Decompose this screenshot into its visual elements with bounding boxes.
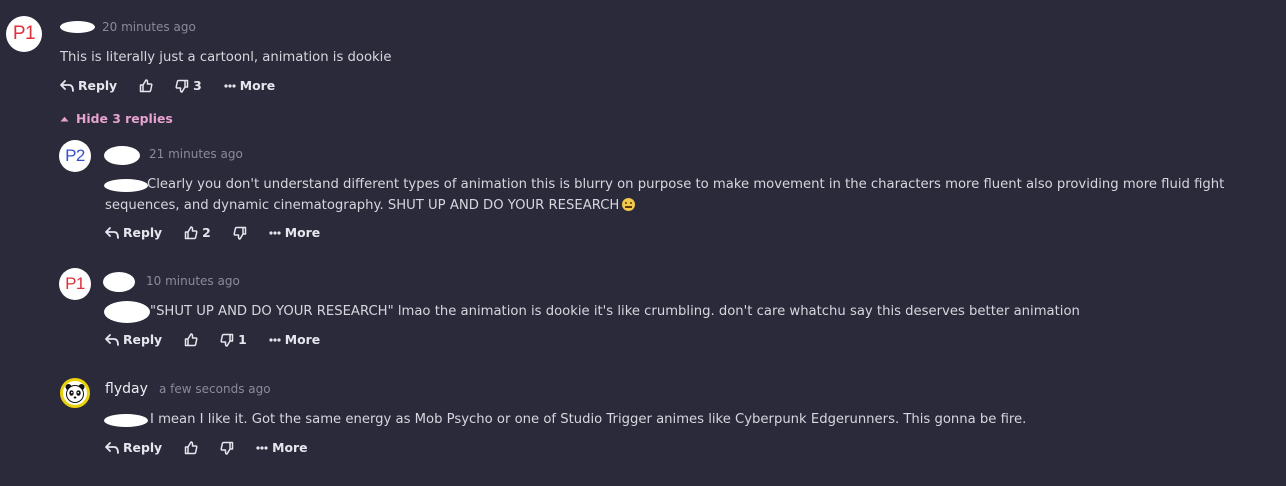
avatar[interactable]: P1: [59, 268, 91, 300]
comment-actions: Reply 3 More: [60, 78, 297, 93]
thumbs-up-icon: [184, 332, 198, 346]
more-button[interactable]: More: [269, 332, 320, 347]
dislike-button[interactable]: 3: [175, 78, 202, 93]
comment-text: Clearly you don't understand different t…: [105, 174, 1275, 216]
caret-up-icon: [60, 116, 69, 121]
more-label: More: [272, 440, 308, 455]
expressionless-face-emoji: [622, 198, 636, 211]
more-dots-icon: [269, 337, 281, 342]
like-count: 2: [202, 225, 211, 240]
more-button[interactable]: More: [224, 78, 275, 93]
hide-replies-toggle[interactable]: Hide 3 replies: [60, 111, 173, 126]
comment-actions: Reply 2 More: [105, 225, 342, 240]
like-button[interactable]: [184, 440, 198, 455]
comment-text: "SHUT UP AND DO YOUR RESEARCH" lmao the …: [150, 304, 1080, 319]
more-label: More: [284, 332, 321, 347]
more-label: More: [239, 78, 276, 93]
avatar[interactable]: P2: [59, 140, 91, 172]
dislike-button[interactable]: 1: [220, 332, 247, 347]
panda-avatar-icon: [65, 384, 85, 403]
comment-text: I mean I like it. Got the same energy as…: [150, 412, 1027, 427]
thumbs-down-icon: [233, 226, 247, 240]
reply-label: Reply: [123, 332, 163, 347]
reply-icon: [105, 441, 119, 454]
like-button[interactable]: [184, 332, 198, 347]
avatar[interactable]: P1: [6, 16, 42, 52]
comment-actions: Reply 1 More: [105, 332, 342, 347]
comment-text-body: Clearly you don't understand different t…: [105, 177, 1225, 213]
reply-label: Reply: [123, 440, 163, 455]
thumbs-up-icon: [184, 225, 198, 239]
more-button[interactable]: More: [256, 440, 308, 455]
hide-replies-label: Hide 3 replies: [76, 111, 173, 126]
thumbs-up-icon: [184, 440, 198, 454]
reply-label: Reply: [78, 78, 118, 93]
thumbs-down-icon: [175, 79, 189, 93]
comment-timestamp[interactable]: 21 minutes ago: [149, 147, 243, 161]
reply-icon: [105, 333, 119, 346]
avatar[interactable]: [60, 378, 90, 408]
thumbs-down-icon: [220, 333, 234, 347]
thumbs-up-icon: [139, 78, 153, 92]
dislike-count: 1: [238, 332, 247, 347]
reply-label: Reply: [123, 225, 163, 240]
redacted-mention: [104, 301, 150, 323]
reply-icon: [105, 226, 119, 239]
reply-icon: [60, 79, 74, 92]
comment-timestamp[interactable]: 20 minutes ago: [102, 20, 196, 34]
comment-text: This is literally just a cartoonl, anima…: [60, 50, 392, 65]
thumbs-down-icon: [220, 441, 234, 455]
reply-button[interactable]: Reply: [105, 440, 162, 455]
more-dots-icon: [224, 83, 236, 88]
redacted-mention: [104, 414, 148, 427]
dislike-button[interactable]: [220, 441, 234, 455]
redacted-username: [60, 21, 95, 33]
redacted-username: [103, 272, 135, 292]
redacted-username: [104, 146, 140, 165]
like-button[interactable]: [139, 78, 153, 93]
comment-actions: Reply More: [105, 440, 330, 455]
more-label: More: [284, 225, 321, 240]
reply-button[interactable]: Reply: [105, 332, 162, 347]
comment-thread: P1 20 minutes ago This is literally just…: [0, 0, 1286, 486]
dislike-count: 3: [193, 78, 202, 93]
reply-button[interactable]: Reply: [105, 225, 162, 240]
like-button[interactable]: 2: [184, 225, 211, 240]
comment-timestamp[interactable]: a few seconds ago: [159, 382, 271, 396]
reply-button[interactable]: Reply: [60, 78, 117, 93]
comment-timestamp[interactable]: 10 minutes ago: [146, 274, 240, 288]
more-dots-icon: [256, 445, 268, 450]
dislike-button[interactable]: [233, 226, 247, 240]
more-dots-icon: [269, 230, 281, 235]
more-button[interactable]: More: [269, 225, 320, 240]
comment-username[interactable]: flyday: [105, 381, 148, 397]
